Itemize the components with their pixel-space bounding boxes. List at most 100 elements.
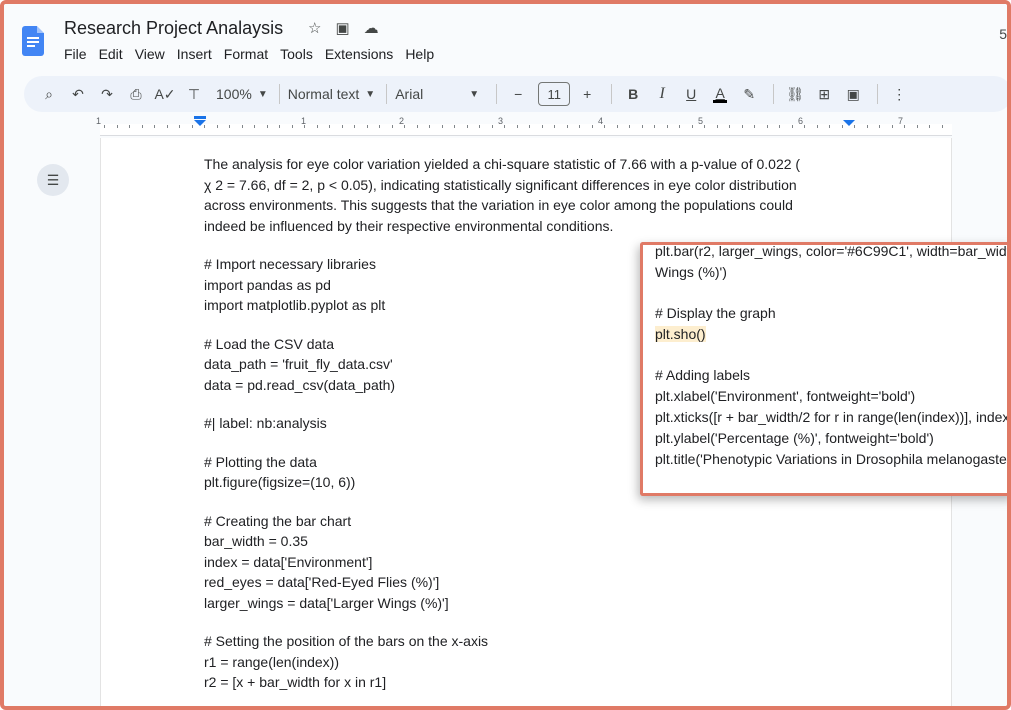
menu-extensions[interactable]: Extensions <box>325 46 393 62</box>
ruler-tick <box>217 125 218 128</box>
callout-line: plt.title('Phenotypic Variations in Dros… <box>655 451 1011 467</box>
docs-logo-icon[interactable] <box>22 26 44 56</box>
screenshot-frame: Research Project Analaysis ☆ ▣ ☁ File Ed… <box>0 0 1011 710</box>
style-select[interactable]: Normal text ▼ <box>288 80 375 108</box>
callout-line: plt.sho() <box>655 324 1007 345</box>
ruler-tick <box>529 125 530 128</box>
toolbar-divider <box>278 84 280 104</box>
ruler-tick <box>842 125 843 128</box>
document-line: bar_width = 0.35 <box>204 533 308 549</box>
ruler-tick <box>654 125 655 128</box>
bold-button[interactable]: B <box>620 80 646 108</box>
ruler-tick <box>429 125 430 128</box>
menu-file[interactable]: File <box>64 46 87 62</box>
font-size-input[interactable]: 11 <box>538 82 571 106</box>
ruler-tick <box>442 125 443 128</box>
text-color-button[interactable]: A <box>707 80 733 108</box>
search-menus-icon[interactable]: ⌕ <box>36 80 62 108</box>
chevron-down-icon: ▼ <box>365 88 376 100</box>
ruler-tick <box>417 125 418 128</box>
title-bar: Research Project Analaysis ☆ ▣ ☁ File Ed… <box>4 4 1007 72</box>
spellcheck-icon[interactable]: A✓ <box>152 80 178 108</box>
document-line: red_eyes = data['Red-Eyed Flies (%)'] <box>204 574 440 590</box>
ruler-tick <box>467 125 468 128</box>
ruler: 1 1 2 3 4 5 6 7 <box>4 116 1007 138</box>
ruler-tick <box>592 125 593 128</box>
ruler-tick <box>517 125 518 128</box>
ruler-tick <box>354 125 355 128</box>
ruler-tick <box>542 125 543 128</box>
menu-help[interactable]: Help <box>405 46 434 62</box>
ruler-tick <box>104 125 105 128</box>
ruler-tick <box>929 125 930 128</box>
menu-insert[interactable]: Insert <box>177 46 212 62</box>
ruler-tick <box>292 125 293 128</box>
ruler-tick <box>629 125 630 128</box>
menu-format[interactable]: Format <box>224 46 268 62</box>
document-title[interactable]: Research Project Analaysis <box>64 18 283 39</box>
zoomed-code-callout: plt.bar(r2, larger_wings, color='#6C99C1… <box>640 242 1011 496</box>
document-line: indeed be influenced by their respective… <box>204 217 614 234</box>
ruler-tick <box>567 125 568 128</box>
ruler-tick <box>879 125 880 128</box>
menu-view[interactable]: View <box>135 46 165 62</box>
style-value: Normal text <box>287 86 360 102</box>
ruler-tick <box>817 125 818 128</box>
insert-image-icon[interactable]: ▣ <box>840 80 866 108</box>
font-value: Arial <box>395 86 424 102</box>
ruler-tick <box>254 125 255 128</box>
ruler-tick <box>679 125 680 128</box>
ruler-tick <box>454 125 455 128</box>
italic-button[interactable]: I <box>649 80 675 108</box>
chevron-down-icon: ▼ <box>257 88 268 100</box>
print-icon[interactable]: ⎙ <box>123 80 149 108</box>
ruler-number: 7 <box>898 116 904 126</box>
ruler-tick <box>129 125 130 128</box>
document-outline-button[interactable]: ☰ <box>37 164 69 196</box>
ruler-tick <box>717 125 718 128</box>
ruler-tick <box>267 125 268 128</box>
ruler-tick <box>792 125 793 128</box>
font-select[interactable]: Arial ▼ <box>395 80 485 108</box>
toolbar-divider <box>496 84 498 104</box>
ruler-number: 1 <box>96 116 102 126</box>
toolbar-divider <box>773 84 775 104</box>
callout-line: plt.xlabel('Environment', fontweight='bo… <box>655 388 916 404</box>
ruler-tick <box>504 125 505 128</box>
callout-line: Wings (%)') <box>655 264 727 280</box>
highlight-pen-icon[interactable]: ✎ <box>736 80 762 108</box>
ruler-tick <box>492 125 493 128</box>
ruler-tick <box>754 125 755 128</box>
first-line-indent-handle[interactable] <box>194 116 206 119</box>
text-color-swatch <box>713 99 728 103</box>
zoom-select[interactable]: 100% ▼ <box>216 80 268 108</box>
redo-icon[interactable]: ↷ <box>94 80 120 108</box>
ruler-tick <box>479 125 480 128</box>
undo-icon[interactable]: ↶ <box>65 80 91 108</box>
ruler-tick <box>579 125 580 128</box>
ruler-tick <box>854 125 855 128</box>
cloud-status-icon[interactable]: ☁ <box>364 19 379 37</box>
menu-edit[interactable]: Edit <box>99 46 123 62</box>
ruler-tick <box>892 125 893 128</box>
move-to-folder-icon[interactable]: ▣ <box>335 19 349 37</box>
increase-font-size-button[interactable]: + <box>574 80 600 108</box>
star-icon[interactable]: ☆ <box>308 19 321 37</box>
more-options-icon[interactable]: ⋮ <box>886 80 912 108</box>
menu-tools[interactable]: Tools <box>280 46 313 62</box>
ruler-tick <box>904 125 905 128</box>
paint-format-icon[interactable]: ⊤ <box>181 80 207 108</box>
decrease-font-size-button[interactable]: − <box>505 80 531 108</box>
document-line: r1 = range(len(index)) <box>204 653 340 670</box>
add-comment-icon[interactable]: ⊞ <box>811 80 837 108</box>
ruler-tick <box>779 125 780 128</box>
ruler-tick <box>229 125 230 128</box>
ruler-tick <box>704 125 705 128</box>
ruler-tick <box>317 125 318 128</box>
underline-button[interactable]: U <box>678 80 704 108</box>
insert-link-icon[interactable]: ⛓ <box>782 80 808 108</box>
outline-list-icon: ☰ <box>46 171 60 188</box>
chevron-down-icon: ▼ <box>469 88 480 100</box>
